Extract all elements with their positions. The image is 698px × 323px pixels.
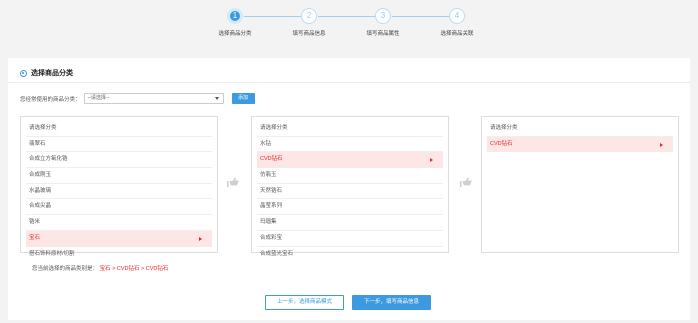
list-item-selected[interactable]: CVD钻石 — [257, 152, 443, 169]
prev-step-button[interactable]: 上一步，选择商品模式 — [265, 295, 344, 310]
list-item[interactable]: 水钻 — [257, 137, 443, 153]
step-label: 选择商品关联 — [440, 31, 474, 37]
section-title: 选择商品分类 — [31, 70, 73, 77]
list-item[interactable]: 合成尖晶 — [26, 199, 212, 216]
step-number: 2 — [301, 8, 317, 24]
list-item[interactable]: 合成蓝光宝石 — [257, 247, 443, 263]
action-buttons: 上一步，选择商品模式 下一步，填写商品信息 — [265, 295, 431, 310]
step-label: 选择商品分类 — [218, 31, 252, 37]
step-fill-attributes: 3 填写商品属性 — [348, 8, 418, 37]
section-header: 选择商品分类 — [20, 68, 73, 78]
recent-category-label: 您经常使用的商品分类： — [20, 96, 81, 103]
divider — [8, 82, 690, 83]
progress-stepper: 1 选择商品分类 2 填写商品信息 3 填写商品属性 4 选择商品关联 — [200, 8, 490, 48]
list-item[interactable]: 翡翠石 — [26, 137, 212, 153]
list-item[interactable]: 晶莹系列 — [257, 199, 443, 216]
step-number: 3 — [375, 8, 391, 24]
list-item[interactable]: 水晶玻璃 — [26, 184, 212, 200]
path-level2: CVD钻石 — [116, 266, 140, 272]
caret-down-icon — [214, 97, 219, 100]
step-number: 1 — [227, 8, 243, 24]
list-item[interactable]: 请选择分类 — [257, 121, 443, 137]
category-card: 选择商品分类 您经常使用的商品分类： --请选择-- 添加 请选择分类 翡翠石 … — [8, 58, 690, 320]
list-item-label: CVD钻石 — [260, 156, 283, 163]
recent-category-select[interactable]: --请选择-- — [83, 93, 224, 104]
list-item[interactable]: 合成立方氧化锆 — [26, 152, 212, 169]
select-value: --请选择-- — [87, 95, 110, 101]
step-label: 填写商品信息 — [292, 31, 326, 37]
step-number: 4 — [449, 8, 465, 24]
next-step-button[interactable]: 下一步，填写商品信息 — [352, 295, 431, 310]
step-select-relation: 4 选择商品关联 — [422, 8, 492, 37]
step-fill-info: 2 填写商品信息 — [274, 8, 344, 37]
radio-dot-icon — [20, 69, 27, 77]
path-level1: 宝石 — [99, 266, 111, 272]
list-item-selected[interactable]: CVD钻石 — [487, 136, 673, 153]
triangle-right-icon — [660, 142, 663, 147]
add-button[interactable]: 添加 — [231, 93, 255, 104]
list-item-label: CVD钻石 — [490, 140, 513, 147]
path-label: 您当前选择的商品类别是： — [32, 266, 99, 272]
list-item-selected[interactable]: 宝石 — [26, 230, 212, 247]
list-item[interactable]: 合成刚玉 — [26, 168, 212, 184]
step-label: 填写商品属性 — [366, 31, 400, 37]
list-item[interactable]: 天然锆石 — [257, 184, 443, 200]
list-item[interactable]: 请选择分类 — [26, 121, 212, 137]
category-list-level2[interactable]: 请选择分类 水钻 CVD钻石 仿翡玉 天然锆石 晶莹系列 玛瑙集 合成彩宝 合成… — [251, 116, 449, 257]
list-item[interactable]: 请选择分类 — [487, 121, 673, 137]
recent-category-row: 您经常使用的商品分类： --请选择-- 添加 — [20, 93, 255, 104]
hand-pointing-right-icon — [460, 177, 472, 187]
selected-category-path: 您当前选择的商品类别是： 宝石 > CVD钻石 > CVD钻石 — [32, 264, 168, 272]
category-list-level1[interactable]: 请选择分类 翡翠石 合成立方氧化锆 合成刚玉 水晶玻璃 合成尖晶 锆米 宝石 搭… — [20, 116, 218, 257]
path-level3: CVD钻石 — [145, 266, 169, 272]
triangle-right-icon — [199, 236, 202, 241]
list-item[interactable]: 搭石饰料原材/切割 — [26, 247, 212, 263]
triangle-right-icon — [430, 158, 433, 163]
list-item[interactable]: 锆米 — [26, 215, 212, 231]
step-select-category: 1 选择商品分类 — [200, 8, 270, 37]
category-list-level3[interactable]: 请选择分类 CVD钻石 — [481, 116, 679, 253]
list-item-label: 宝石 — [29, 234, 41, 241]
list-item[interactable]: 玛瑙集 — [257, 215, 443, 231]
list-item[interactable]: 合成彩宝 — [257, 231, 443, 247]
list-item[interactable]: 仿翡玉 — [257, 168, 443, 184]
hand-pointing-right-icon — [227, 177, 239, 187]
